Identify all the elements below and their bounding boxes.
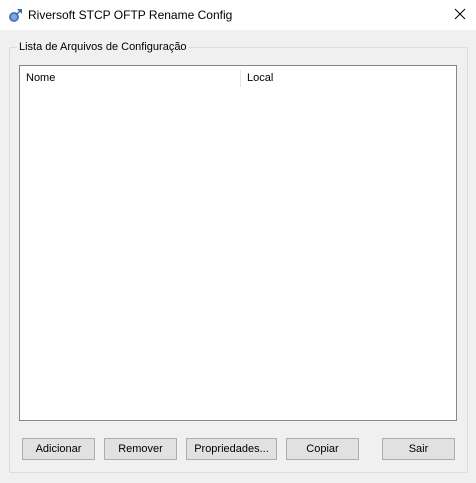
add-button[interactable]: Adicionar [22,438,95,460]
button-row: Adicionar Remover Propriedades... Copiar… [0,438,476,460]
copy-button[interactable]: Copiar [286,438,359,460]
column-header-local-label: Local [247,72,274,84]
app-logo-icon [8,7,24,23]
close-icon [454,8,466,23]
column-header-nome[interactable]: Nome [20,66,241,91]
dialog-window: Riversoft STCP OFTP Rename Config Lista … [0,0,476,483]
remove-button[interactable]: Remover [104,438,177,460]
properties-button[interactable]: Propriedades... [186,438,277,460]
column-header-local[interactable]: Local [241,66,456,91]
config-files-list[interactable]: Nome Local [19,65,457,421]
window-title: Riversoft STCP OFTP Rename Config [28,8,233,22]
title-bar[interactable]: Riversoft STCP OFTP Rename Config [0,0,476,30]
groupbox-label: Lista de Arquivos de Configuração [17,40,189,54]
column-header-nome-label: Nome [26,72,56,84]
close-button[interactable] [444,0,476,30]
list-header: Nome Local [20,66,456,91]
exit-button[interactable]: Sair [382,438,455,460]
